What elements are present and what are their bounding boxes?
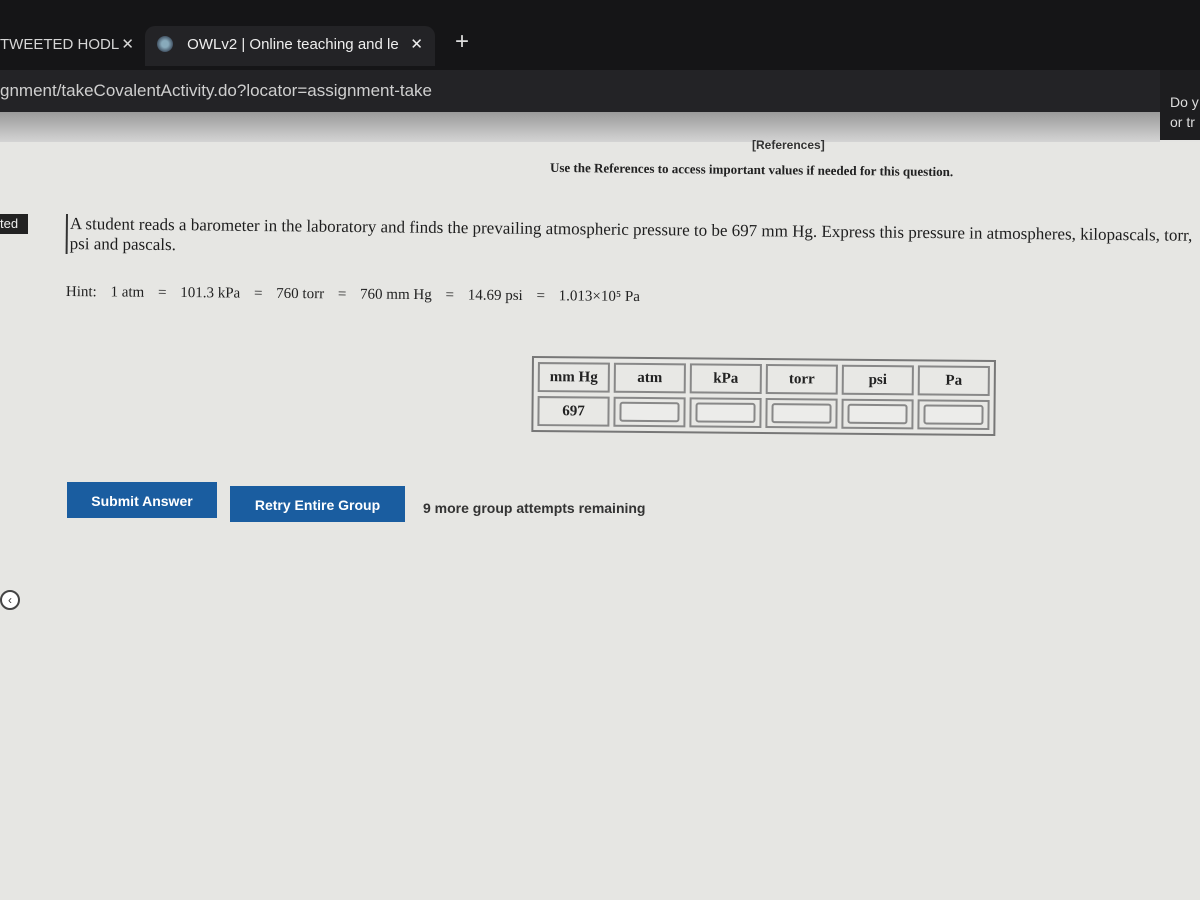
side-text: or tr bbox=[1170, 114, 1195, 130]
psi-input[interactable] bbox=[847, 403, 908, 425]
hint-part: 1.013×10⁵ Pa bbox=[558, 288, 640, 306]
hint-part: 1 atm bbox=[110, 284, 145, 301]
side-popup: Do y or tr bbox=[1160, 70, 1200, 140]
hint-part: = bbox=[157, 284, 167, 301]
header-torr: torr bbox=[765, 364, 838, 395]
hint-label: Hint: bbox=[65, 284, 97, 301]
page-header-strip bbox=[0, 112, 1160, 142]
hint-part: 760 mm Hg bbox=[360, 286, 432, 304]
browser-tab-bar: TWEETED HODL ✕ OWLv2 | Online teaching a… bbox=[0, 0, 1200, 70]
address-bar[interactable]: gnment/takeCovalentActivity.do?locator=a… bbox=[0, 70, 1200, 112]
submit-answer-button[interactable]: Submit Answer bbox=[67, 482, 217, 518]
owl-favicon-icon bbox=[157, 36, 173, 52]
hint-part: = bbox=[253, 285, 263, 302]
header-pa: Pa bbox=[917, 365, 990, 396]
retry-entire-group-button[interactable]: Retry Entire Group bbox=[230, 486, 405, 522]
given-mmhg-value: 697 bbox=[537, 396, 610, 427]
header-kpa: kPa bbox=[689, 363, 762, 395]
header-psi: psi bbox=[841, 364, 914, 396]
table-input-row: 697 bbox=[537, 396, 990, 430]
hint-part: = bbox=[445, 287, 455, 304]
references-link[interactable]: [References] bbox=[752, 138, 825, 152]
close-icon[interactable]: ✕ bbox=[410, 26, 423, 64]
attempts-remaining: 9 more group attempts remaining bbox=[423, 500, 646, 516]
header-mmhg: mm Hg bbox=[537, 362, 610, 393]
close-icon[interactable]: ✕ bbox=[121, 26, 134, 64]
hint-part: 14.69 psi bbox=[467, 287, 523, 304]
header-atm: atm bbox=[613, 362, 686, 394]
side-text: Do y bbox=[1170, 94, 1199, 110]
tab-owlv2[interactable]: OWLv2 | Online teaching and le ✕ bbox=[145, 26, 435, 66]
conversion-table: mm Hg atm kPa torr psi Pa 697 bbox=[531, 356, 996, 437]
new-tab-button[interactable]: + bbox=[455, 28, 469, 56]
hint-part: 760 torr bbox=[276, 285, 325, 303]
chevron-left-icon[interactable]: ‹ bbox=[0, 590, 20, 610]
tab-label: OWLv2 | Online teaching and le bbox=[187, 36, 399, 53]
hint-part: 101.3 kPa bbox=[180, 284, 241, 302]
hint-part: = bbox=[536, 288, 546, 305]
torr-input[interactable] bbox=[771, 403, 832, 424]
atm-input[interactable] bbox=[619, 401, 680, 423]
kpa-input[interactable] bbox=[695, 402, 756, 423]
pa-input[interactable] bbox=[923, 404, 984, 425]
table-header-row: mm Hg atm kPa torr psi Pa bbox=[537, 362, 990, 396]
hint-part: = bbox=[337, 286, 347, 303]
tab-label: TWEETED HODL bbox=[0, 36, 120, 53]
tab-tweeted-hodl[interactable]: TWEETED HODL ✕ bbox=[0, 26, 140, 66]
left-edge-label: ted bbox=[0, 214, 28, 234]
